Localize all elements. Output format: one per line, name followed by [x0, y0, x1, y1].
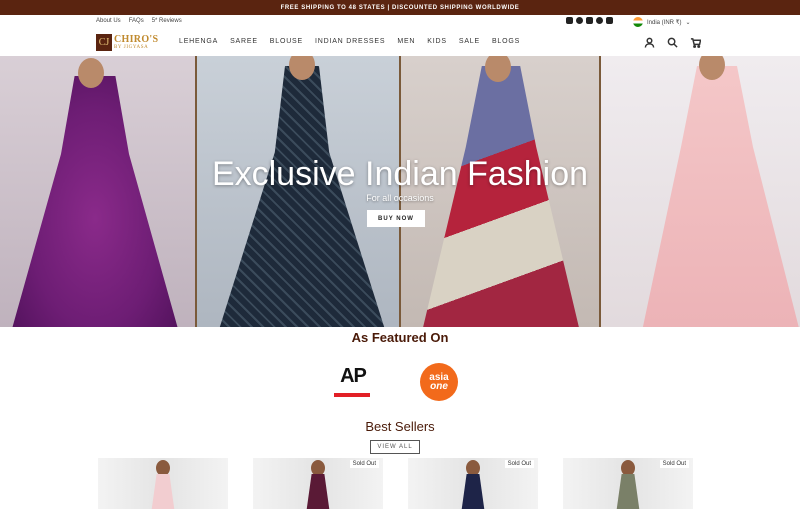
reviews-link[interactable]: 5* Reviews	[152, 18, 182, 24]
view-all-button[interactable]: VIEW ALL	[370, 440, 420, 454]
about-us-link[interactable]: About Us	[96, 18, 121, 24]
product-image	[608, 460, 648, 509]
hero-title: Exclusive Indian Fashion	[211, 155, 589, 193]
announcement-text: FREE SHIPPING TO 48 STATES | DISCOUNTED …	[280, 4, 520, 11]
sold-out-badge: Sold Out	[504, 460, 534, 468]
ap-logo-text: AP	[340, 365, 367, 387]
product-card[interactable]: Sold Out	[408, 458, 538, 509]
chevron-down-icon: ⌄	[685, 19, 691, 26]
main-navigation: CJ CHIRO'S BY JIGYASA LEHENGA SAREE BLOU…	[0, 29, 800, 56]
asiaone-logo-bottom: one	[430, 380, 448, 392]
product-image	[298, 460, 338, 509]
asiaone-logo[interactable]: asia one	[420, 363, 458, 401]
search-icon[interactable]	[667, 37, 678, 48]
social-links	[566, 17, 613, 24]
nav-men[interactable]: MEN	[397, 38, 415, 45]
country-selector[interactable]: India (INR ₹) ⌄	[633, 17, 691, 27]
country-label: India (INR ₹)	[647, 19, 682, 26]
nav-kids[interactable]: KIDS	[427, 38, 447, 45]
model-head	[78, 58, 104, 88]
instagram-icon[interactable]	[566, 17, 573, 24]
best-sellers-heading: Best Sellers	[365, 419, 435, 434]
utility-links: About Us FAQs 5* Reviews	[96, 18, 182, 24]
buy-now-button[interactable]: BUY NOW	[367, 210, 425, 227]
faqs-link[interactable]: FAQs	[129, 18, 144, 24]
announcement-bar: FREE SHIPPING TO 48 STATES | DISCOUNTED …	[0, 0, 800, 15]
product-image	[453, 460, 493, 509]
logo-sub-text: BY JIGYASA	[114, 44, 149, 50]
site-logo[interactable]: CJ CHIRO'S BY JIGYASA	[96, 31, 166, 53]
logo-main-text: CHIRO'S	[114, 33, 159, 45]
tiktok-icon[interactable]	[606, 17, 613, 24]
product-card[interactable]: Sold Out	[253, 458, 383, 509]
account-icon[interactable]	[644, 37, 655, 48]
logo-text: CHIRO'S BY JIGYASA	[114, 33, 159, 50]
nav-indian-dresses[interactable]: INDIAN DRESSES	[315, 38, 385, 45]
featured-on-heading: As Featured On	[351, 330, 449, 345]
best-sellers-grid: Sold Out Sold Out Sold Out	[98, 458, 718, 509]
product-card[interactable]	[98, 458, 228, 509]
nav-lehenga[interactable]: LEHENGA	[179, 38, 218, 45]
nav-blogs[interactable]: BLOGS	[492, 38, 520, 45]
product-image	[143, 460, 183, 509]
hero-subtitle: For all occasions	[366, 193, 434, 203]
sold-out-badge: Sold Out	[659, 460, 689, 468]
pinterest-icon[interactable]	[596, 17, 603, 24]
india-flag-icon	[633, 17, 643, 27]
nav-sale[interactable]: SALE	[459, 38, 480, 45]
nav-saree[interactable]: SAREE	[230, 38, 258, 45]
facebook-icon[interactable]	[576, 17, 583, 24]
ap-logo[interactable]: AP	[334, 366, 372, 402]
logo-mark: CJ	[96, 33, 112, 51]
nav-menu: LEHENGA SAREE BLOUSE INDIAN DRESSES MEN …	[179, 38, 520, 45]
cart-icon[interactable]	[690, 37, 701, 48]
sold-out-badge: Sold Out	[349, 460, 379, 468]
utility-bar: About Us FAQs 5* Reviews India (INR ₹) ⌄	[0, 15, 800, 29]
product-card[interactable]: Sold Out	[563, 458, 693, 509]
ap-logo-bar	[334, 393, 370, 397]
nav-blouse[interactable]: BLOUSE	[270, 38, 303, 45]
twitter-icon[interactable]	[586, 17, 593, 24]
header-icons	[644, 37, 701, 48]
